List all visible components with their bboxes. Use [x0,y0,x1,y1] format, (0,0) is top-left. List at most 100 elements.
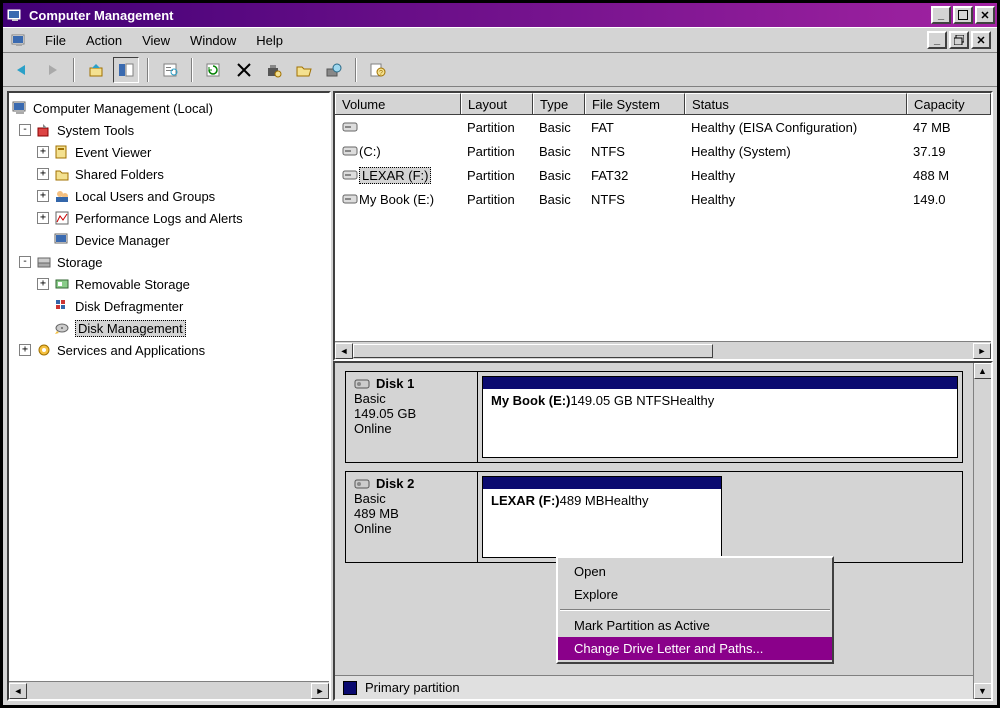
context-menu[interactable]: Open Explore Mark Partition as Active Ch… [556,556,834,664]
properties-button[interactable] [157,57,183,83]
tree-disk-management[interactable]: Disk Management [11,317,327,339]
folder-shared-icon [53,166,71,182]
tree-hscrollbar[interactable]: ◄ ► [9,681,329,699]
collapse-icon[interactable]: - [19,256,31,268]
svg-text:?: ? [379,70,383,77]
menu-file[interactable]: File [35,31,76,50]
expand-icon[interactable]: + [37,212,49,224]
disk-info[interactable]: Disk 1Basic149.05 GBOnline [346,372,478,462]
disk-vscrollbar[interactable]: ▲ ▼ [973,363,991,699]
find-button[interactable] [321,57,347,83]
scroll-right-icon[interactable]: ► [973,343,991,359]
partition[interactable]: My Book (E:)149.05 GB NTFSHealthy [482,376,958,458]
col-filesystem[interactable]: File System [585,93,685,114]
tools-icon [35,122,53,138]
menubar-icon [9,33,29,47]
volume-header-row: Volume Layout Type File System Status Ca… [335,93,991,115]
expand-icon[interactable]: + [37,278,49,290]
minimize-button[interactable]: _ [931,6,951,24]
cell: Healthy [685,168,907,183]
cm-explore[interactable]: Explore [558,583,832,606]
drive-icon [341,169,359,181]
col-volume[interactable]: Volume [335,93,461,114]
menu-help[interactable]: Help [246,31,293,50]
computer-icon [11,101,29,115]
cell: Partition [461,144,533,159]
mdi-restore-button[interactable] [949,31,969,49]
cm-mark-active[interactable]: Mark Partition as Active [558,614,832,637]
tree-system-tools[interactable]: - System Tools [11,119,327,141]
scroll-up-icon[interactable]: ▲ [974,363,992,379]
forward-button[interactable] [39,57,65,83]
mdi-minimize-button[interactable]: _ [927,31,947,49]
settings-button[interactable] [261,57,287,83]
cell: Basic [533,144,585,159]
tree-removable[interactable]: +Removable Storage [11,273,327,295]
table-row[interactable]: (C:)PartitionBasicNTFSHealthy (System)37… [335,139,991,163]
tree-root[interactable]: Computer Management (Local) [11,97,327,119]
menu-window[interactable]: Window [180,31,246,50]
expand-icon[interactable]: + [37,146,49,158]
table-row[interactable]: PartitionBasicFATHealthy (EISA Configura… [335,115,991,139]
tree-event-viewer[interactable]: + Event Viewer [11,141,327,163]
tree-services[interactable]: + Services and Applications [11,339,327,361]
mdi-close-button[interactable]: ✕ [971,31,991,49]
col-type[interactable]: Type [533,93,585,114]
up-button[interactable] [83,57,109,83]
device-icon [53,233,71,247]
cell: FAT [585,120,685,135]
app-window: Computer Management _ ✕ File Action View… [0,0,1000,708]
app-icon [7,7,23,23]
tree-perf-logs[interactable]: + Performance Logs and Alerts [11,207,327,229]
close-button[interactable]: ✕ [975,6,995,24]
menu-view[interactable]: View [132,31,180,50]
tree-storage[interactable]: - Storage [11,251,327,273]
cell: NTFS [585,144,685,159]
gear-icon [35,342,53,358]
tree-label: Performance Logs and Alerts [75,211,243,226]
tree-label: Event Viewer [75,145,151,160]
cell: Basic [533,120,585,135]
expand-icon[interactable]: + [37,190,49,202]
show-hide-tree-button[interactable] [113,57,139,83]
tree-local-users[interactable]: +Local Users and Groups [11,185,327,207]
tree-label: Storage [57,255,103,270]
volume-hscrollbar[interactable]: ◄ ► [335,341,991,359]
cell: 149.0 [907,192,991,207]
storage-icon [35,255,53,269]
disk-info[interactable]: Disk 2Basic489 MBOnline [346,472,478,562]
tree-defrag[interactable]: Disk Defragmenter [11,295,327,317]
back-button[interactable] [9,57,35,83]
disk-row: Disk 1Basic149.05 GBOnlineMy Book (E:)14… [345,371,963,463]
tree-label: Device Manager [75,233,170,248]
scroll-left-icon[interactable]: ◄ [9,683,27,699]
partition[interactable]: LEXAR (F:)489 MBHealthy [482,476,722,558]
help-button[interactable]: ? [365,57,391,83]
table-row[interactable]: LEXAR (F:)PartitionBasicFAT32Healthy488 … [335,163,991,187]
scroll-left-icon[interactable]: ◄ [335,343,353,359]
col-status[interactable]: Status [685,93,907,114]
cm-open[interactable]: Open [558,560,832,583]
collapse-icon[interactable]: - [19,124,31,136]
delete-button[interactable] [231,57,257,83]
defrag-icon [53,298,71,314]
menu-action[interactable]: Action [76,31,132,50]
cm-change-drive-letter[interactable]: Change Drive Letter and Paths... [558,637,832,660]
tree-device-manager[interactable]: Device Manager [11,229,327,251]
disk-row: Disk 2Basic489 MBOnlineLEXAR (F:)489 MBH… [345,471,963,563]
scroll-down-icon[interactable]: ▼ [974,683,992,699]
maximize-button[interactable] [953,6,973,24]
expand-icon[interactable]: + [19,344,31,356]
table-row[interactable]: My Book (E:)PartitionBasicNTFSHealthy149… [335,187,991,211]
tree-label: System Tools [57,123,134,138]
expand-icon[interactable]: + [37,168,49,180]
col-capacity[interactable]: Capacity [907,93,991,114]
open-button[interactable] [291,57,317,83]
drive-icon [341,145,359,157]
toolbar: ? [3,53,997,87]
col-layout[interactable]: Layout [461,93,533,114]
refresh-button[interactable] [201,57,227,83]
tree-shared-folders[interactable]: +Shared Folders [11,163,327,185]
scroll-right-icon[interactable]: ► [311,683,329,699]
menu-bar: File Action View Window Help _ ✕ [3,27,997,53]
